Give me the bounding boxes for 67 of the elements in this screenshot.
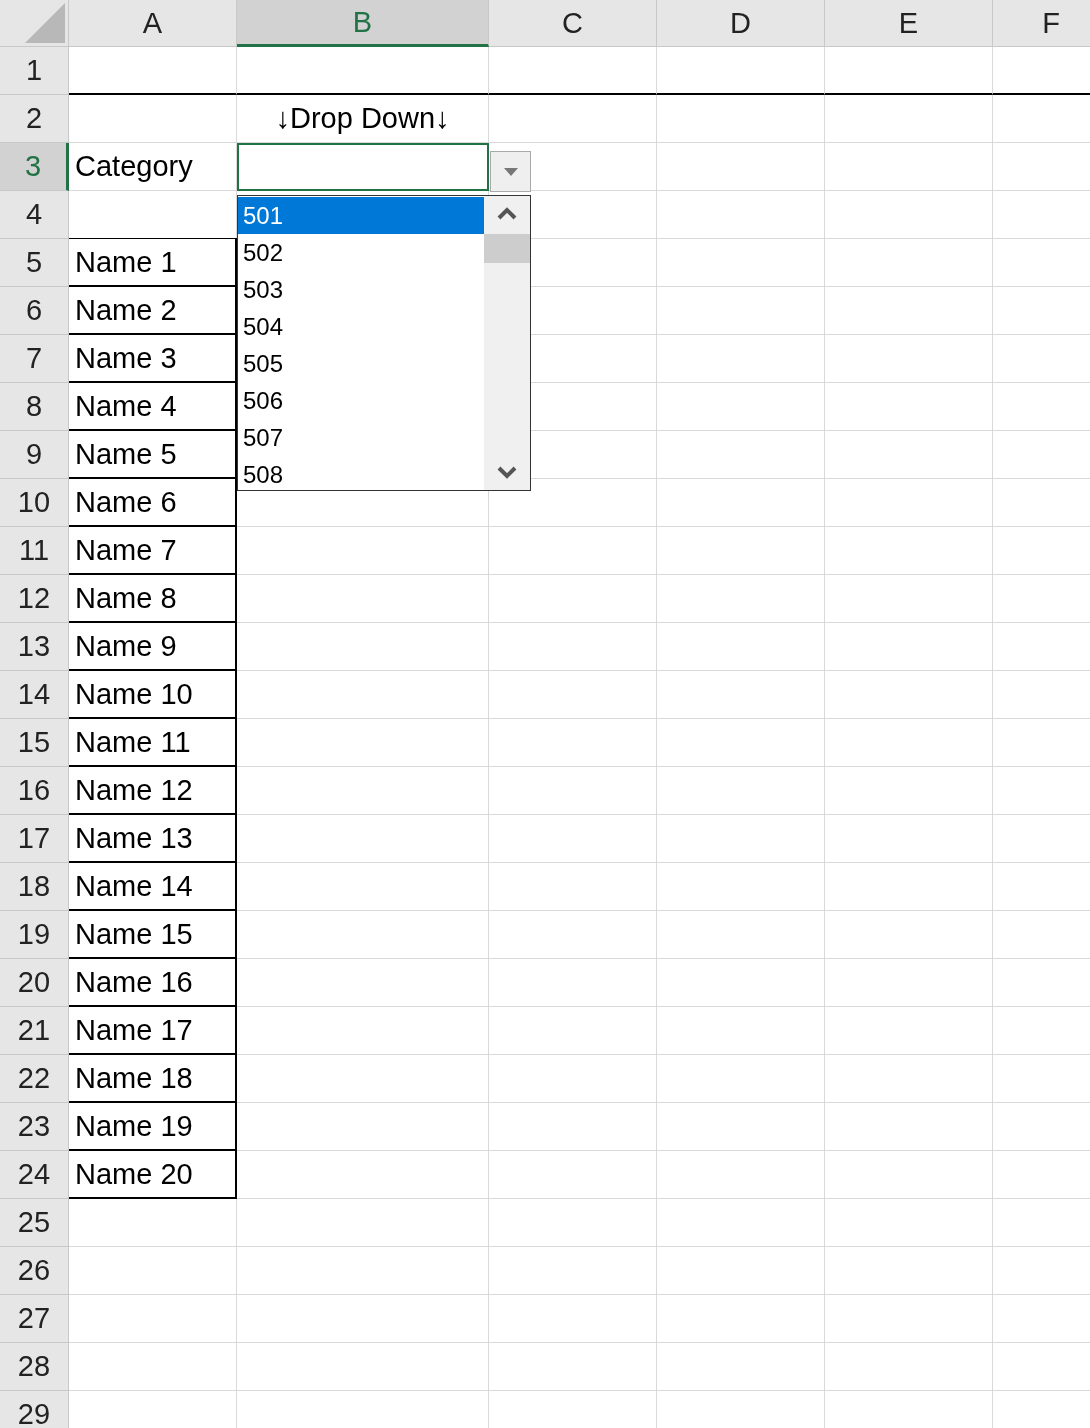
column-header[interactable]: B	[237, 0, 489, 47]
row-header[interactable]: 21	[0, 1007, 69, 1055]
row-header[interactable]: 17	[0, 815, 69, 863]
table-cell: Name 12	[69, 767, 237, 815]
row-header[interactable]: 13	[0, 623, 69, 671]
dropdown-option[interactable]: 503	[238, 271, 484, 308]
table-cell: Name 15	[69, 911, 237, 959]
table-cell: Name 17	[69, 1007, 237, 1055]
row-header[interactable]: 19	[0, 911, 69, 959]
table-cell: Name 6	[69, 479, 237, 527]
row-header[interactable]: 3	[0, 143, 69, 191]
column-header[interactable]: E	[825, 0, 993, 47]
table-cell: Name 9	[69, 623, 237, 671]
dropdown-option[interactable]: 504	[238, 308, 484, 345]
dropdown-button[interactable]	[490, 151, 531, 192]
table-cell: Name 11	[69, 719, 237, 767]
row-header[interactable]: 22	[0, 1055, 69, 1103]
table-cell: Name 13	[69, 815, 237, 863]
row-header[interactable]: 8	[0, 383, 69, 431]
table-cell: Name 7	[69, 527, 237, 575]
row-header[interactable]: 24	[0, 1151, 69, 1199]
caret-icon	[503, 167, 518, 176]
column-header[interactable]: D	[657, 0, 825, 47]
row-header[interactable]: 25	[0, 1199, 69, 1247]
row-header[interactable]: 11	[0, 527, 69, 575]
dropdown-option[interactable]: 507	[238, 419, 484, 456]
dropdown-option[interactable]: 505	[238, 345, 484, 382]
row-header[interactable]: 26	[0, 1247, 69, 1295]
row-header[interactable]: 15	[0, 719, 69, 767]
dropdown-option[interactable]: 502	[238, 234, 484, 271]
table-cell: Name 16	[69, 959, 237, 1007]
table-cell: Name 14	[69, 863, 237, 911]
column-header[interactable]: C	[489, 0, 657, 47]
row-header[interactable]: 4	[0, 191, 69, 239]
table-cell: Name 8	[69, 575, 237, 623]
dropdown-option[interactable]: 501	[238, 197, 484, 234]
row-header[interactable]: 5	[0, 239, 69, 287]
row-header[interactable]: 16	[0, 767, 69, 815]
row-header[interactable]: 9	[0, 431, 69, 479]
table-cell: Category	[69, 143, 237, 191]
active-cell[interactable]	[237, 143, 489, 191]
row-header[interactable]: 6	[0, 287, 69, 335]
row-header[interactable]: 23	[0, 1103, 69, 1151]
dropdown-option[interactable]: 506	[238, 382, 484, 419]
row-header[interactable]: 12	[0, 575, 69, 623]
column-header[interactable]: A	[69, 0, 237, 47]
row-header[interactable]: 1	[0, 47, 69, 95]
row-header[interactable]: 2	[0, 95, 69, 143]
row-header[interactable]: 20	[0, 959, 69, 1007]
scrollbar-thumb[interactable]	[484, 234, 530, 263]
chevron-up-icon[interactable]	[497, 206, 517, 220]
column-header[interactable]: F	[993, 0, 1090, 47]
table-cell: Name 20	[69, 1151, 237, 1199]
row-header[interactable]: 10	[0, 479, 69, 527]
row-header[interactable]: 27	[0, 1295, 69, 1343]
row-header[interactable]: 28	[0, 1343, 69, 1391]
chevron-down-icon[interactable]	[497, 466, 517, 480]
row-header[interactable]: 7	[0, 335, 69, 383]
row-header[interactable]: 14	[0, 671, 69, 719]
table-cell: ↓Drop Down↓	[237, 95, 489, 143]
dropdown-option[interactable]: 508	[238, 456, 484, 493]
table-cell: Name 19	[69, 1103, 237, 1151]
row-header[interactable]: 29	[0, 1391, 69, 1428]
table-cell: Name 10	[69, 671, 237, 719]
table-cell: Name 18	[69, 1055, 237, 1103]
row-header[interactable]: 18	[0, 863, 69, 911]
scrollbar[interactable]	[484, 196, 530, 490]
